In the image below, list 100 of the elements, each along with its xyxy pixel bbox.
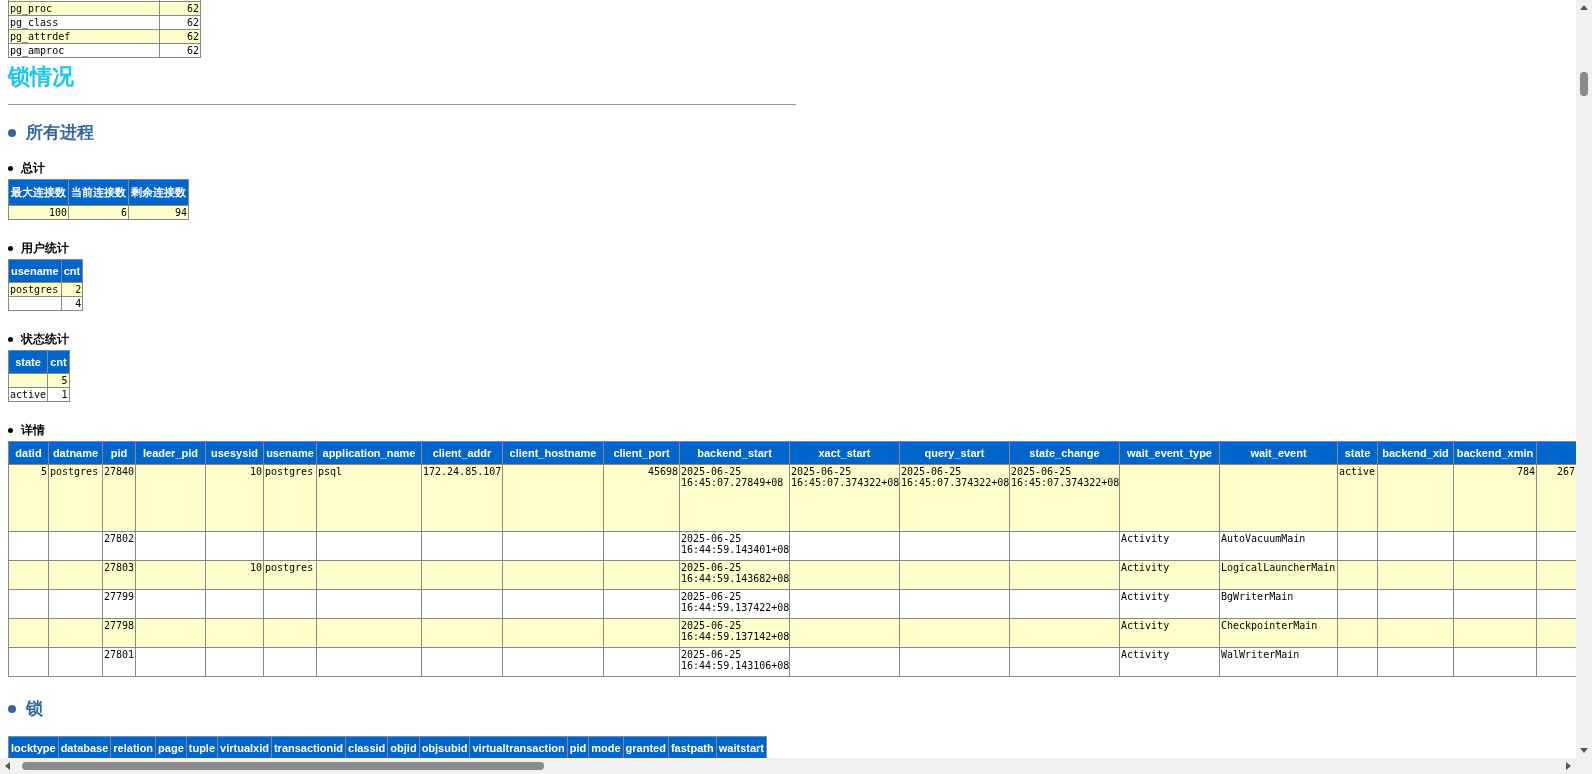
scrollbar-thumb[interactable] xyxy=(1580,72,1588,96)
table-cell: Activity xyxy=(1121,533,1170,544)
column-header: objid xyxy=(387,736,420,758)
column-header: 最大连接数 xyxy=(8,179,69,206)
table-cell: 62 xyxy=(186,17,199,28)
table-cell: 2025-06-25 16:44:59.143682+08 xyxy=(681,562,790,584)
column-header: backend_start xyxy=(679,441,790,465)
table-cell: 27799 xyxy=(104,591,135,602)
table-cell: postgres xyxy=(265,466,314,477)
scrollbar-thumb[interactable] xyxy=(22,762,544,770)
column-header: 当前连接数 xyxy=(68,179,129,206)
page-title: 锁情况 xyxy=(8,63,75,91)
table-cell: 62 xyxy=(186,3,199,14)
table-cell: 2025-06-25 16:44:59.137142+08 xyxy=(681,620,790,642)
column-header: client_hostname xyxy=(502,441,604,465)
table-cell: 5 xyxy=(40,466,47,477)
table-cell: pg_attrdef xyxy=(10,31,71,42)
table-cell: WalWriterMain xyxy=(1221,649,1300,660)
column-header: relation xyxy=(110,736,156,758)
column-header: classid xyxy=(345,736,388,758)
scroll-right-icon[interactable] xyxy=(1564,762,1572,770)
column-header: client_port xyxy=(603,441,680,465)
column-header: client_addr xyxy=(421,441,503,465)
table-cell: 62 xyxy=(186,45,199,56)
column-header: leader_pid xyxy=(135,441,206,465)
section-heading: 锁 xyxy=(26,697,43,720)
bullet-icon xyxy=(8,246,13,251)
column-header: usename xyxy=(263,441,317,465)
bullet-icon xyxy=(8,337,13,342)
column-header: database xyxy=(58,736,111,758)
column-header: cnt xyxy=(61,259,83,283)
scroll-down-icon[interactable] xyxy=(1580,746,1588,754)
column-header: objsubid xyxy=(419,736,470,758)
table-cell: postgres xyxy=(10,284,59,295)
column-header: page xyxy=(155,736,187,758)
column-header: granted xyxy=(623,736,669,758)
table-cell: 10 xyxy=(249,562,262,573)
table-cell: 6 xyxy=(120,207,127,218)
scroll-left-icon[interactable] xyxy=(4,762,12,770)
subsection-heading: 详情 xyxy=(21,422,45,439)
table-cell: CheckpointerMain xyxy=(1221,620,1318,631)
table-cell: Activity xyxy=(1121,591,1170,602)
table-cell: 2025-06-25 16:44:59.143401+08 xyxy=(681,533,790,555)
column-header: state xyxy=(1337,441,1378,465)
table-cell: 27840 xyxy=(104,466,135,477)
table-cell: LogicalLauncherMain xyxy=(1221,562,1336,573)
table-cell: 5 xyxy=(61,375,68,386)
column-header: 剩余连接数 xyxy=(128,179,189,206)
table-cell: 27798 xyxy=(104,620,135,631)
table-cell-text: 2025-06-25 16:45:07.27849+08 xyxy=(681,466,785,488)
table-cell: postgres xyxy=(50,466,99,477)
column-header: virtualxid xyxy=(217,736,272,758)
horizontal-scrollbar[interactable] xyxy=(0,758,1592,774)
table-cell: 2025-06-25 16:44:59.143106+08 xyxy=(681,649,790,671)
table-cell: BgWriterMain xyxy=(1221,591,1294,602)
scroll-up-icon[interactable] xyxy=(1580,4,1588,12)
column-header: transactionid xyxy=(271,736,346,758)
vertical-scrollbar[interactable] xyxy=(1576,0,1592,758)
column-header: tuple xyxy=(186,736,218,758)
subsection-heading: 用户统计 xyxy=(21,240,69,257)
column-header: query_start xyxy=(899,441,1010,465)
column-header: mode xyxy=(588,736,624,758)
table-cell: Activity xyxy=(1121,620,1170,631)
bullet-icon xyxy=(8,428,13,433)
section-heading: 所有进程 xyxy=(26,121,94,144)
table-cell: 172.24.85.107 xyxy=(423,466,502,477)
column-header: state xyxy=(8,350,48,374)
table-cell: 27802 xyxy=(104,533,135,544)
table-cell: 2025-06-25 16:45:07.374322+08 xyxy=(1011,466,1120,488)
table-cell: 2025-06-25 16:44:59.137422+08 xyxy=(681,591,790,613)
column-header: pid xyxy=(102,441,136,465)
table-cell: 2025-06-25 16:45:07.374322+08 xyxy=(791,466,900,488)
table-cell: 1 xyxy=(61,389,68,400)
column-header: xact_start xyxy=(789,441,900,465)
column-header: wait_event_type xyxy=(1119,441,1220,465)
column-header: pid xyxy=(567,736,589,758)
bullet-icon xyxy=(8,128,16,137)
table-cell: 267 xyxy=(1556,466,1575,477)
table-cell: 784 xyxy=(1516,466,1535,477)
table-cell: Activity xyxy=(1121,649,1170,660)
table-cell: 94 xyxy=(174,207,187,218)
table-cell: postgres xyxy=(265,562,314,573)
subsection-heading: 状态统计 xyxy=(21,331,69,348)
column-header: application_name xyxy=(316,441,422,465)
column-header: datid xyxy=(8,441,49,465)
table-cell: 2 xyxy=(75,284,82,295)
table-cell: 2025-06-25 16:45:07.374322+08 xyxy=(901,466,1010,488)
column-header: backend_xid xyxy=(1377,441,1454,465)
column-header: usename xyxy=(8,259,62,283)
table-cell: pg_class xyxy=(10,17,59,28)
table-cell: 100 xyxy=(48,207,67,218)
column-header: virtualtransaction xyxy=(469,736,568,758)
table-cell: 4 xyxy=(75,298,82,309)
subsection-heading: 总计 xyxy=(21,160,45,177)
column-header: waitstart xyxy=(716,736,767,758)
column-header: cnt xyxy=(47,350,70,374)
column-header: usesysid xyxy=(205,441,264,465)
table-cell: pg_amproc xyxy=(10,45,65,56)
table-cell: pg_proc xyxy=(10,3,53,14)
table-cell: Activity xyxy=(1121,562,1170,573)
